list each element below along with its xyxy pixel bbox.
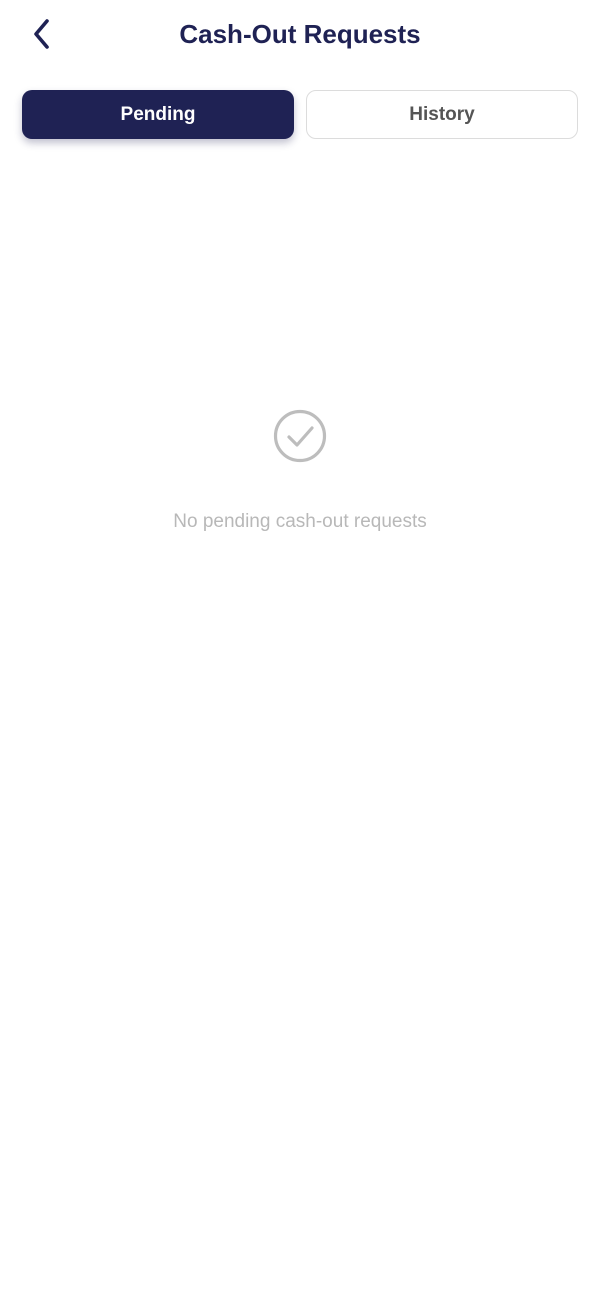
tab-history[interactable]: History [306,90,578,139]
page-title: Cash-Out Requests [179,19,421,49]
tab-bar: Pending History [22,90,578,139]
empty-state: No pending cash-out requests [0,408,600,534]
header: Cash-Out Requests [0,0,600,70]
check-circle-icon [273,409,327,463]
tab-history-label: History [409,103,475,125]
tab-pending[interactable]: Pending [22,90,294,139]
empty-state-message: No pending cash-out requests [173,511,427,532]
tab-pending-label: Pending [120,103,196,125]
